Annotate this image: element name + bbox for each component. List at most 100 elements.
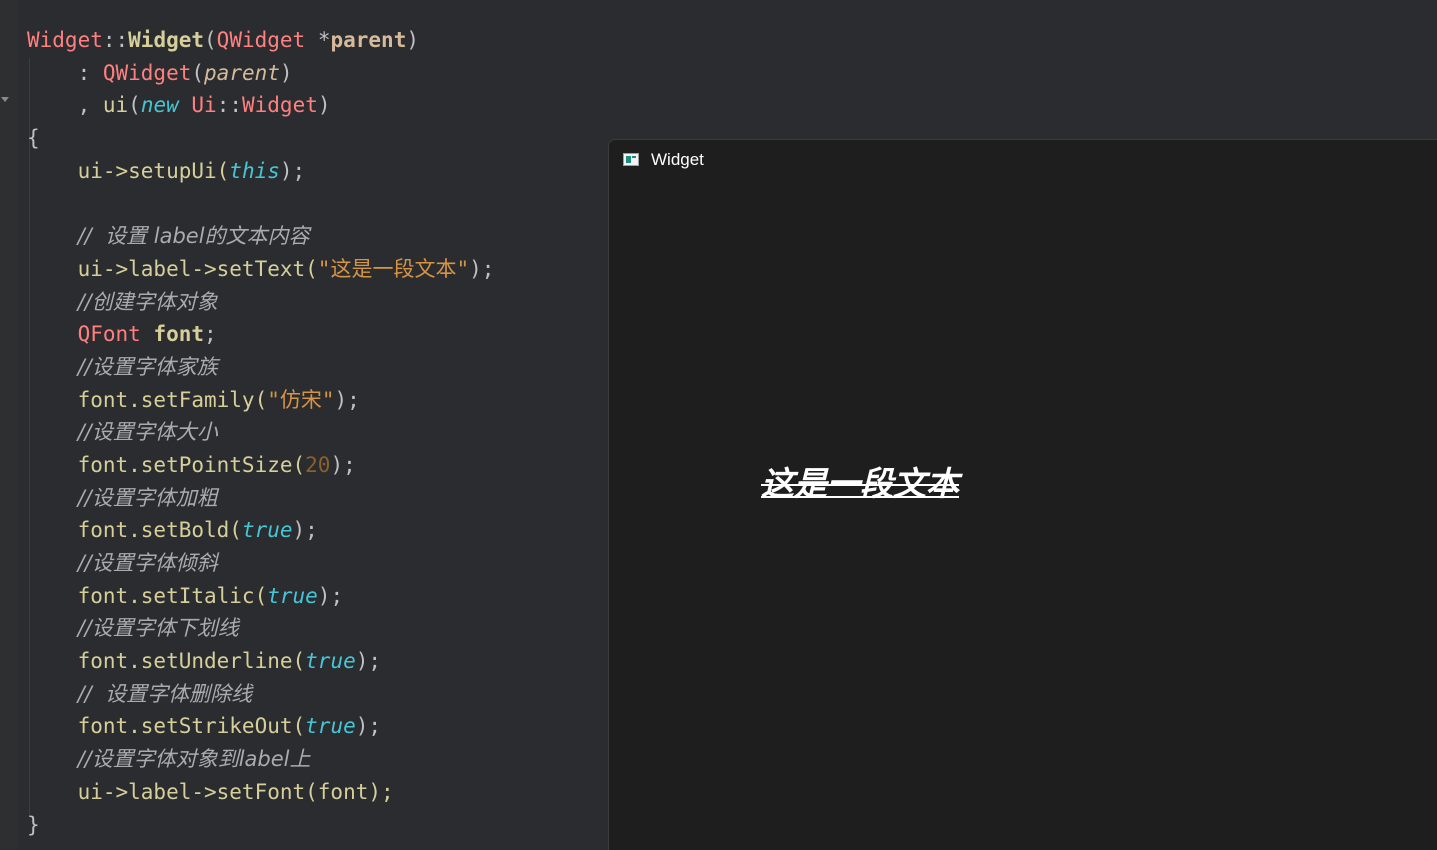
code-line[interactable]: font.setBold(true); bbox=[27, 514, 627, 547]
code-token: "仿宋" bbox=[267, 387, 335, 412]
code-token: * bbox=[305, 28, 331, 52]
code-line[interactable]: font.setItalic(true); bbox=[27, 580, 627, 613]
code-token: ) bbox=[279, 60, 293, 85]
code-line[interactable]: font.setPointSize(20); bbox=[27, 449, 627, 482]
code-token: "这是一段文本" bbox=[317, 256, 470, 281]
code-line[interactable]: ui->label->setText("这是一段文本"); bbox=[27, 253, 627, 286]
code-line[interactable]: font.setFamily("仿宋"); bbox=[27, 384, 627, 417]
code-line[interactable]: //设置字体下划线 bbox=[27, 612, 627, 645]
code-token: ( bbox=[204, 28, 217, 52]
code-line[interactable]: Widget::Widget(QWidget *parent) bbox=[27, 24, 627, 57]
code-token: ); bbox=[317, 583, 344, 608]
code-token: } bbox=[27, 812, 40, 837]
code-comment: //设置字体家族 bbox=[77, 354, 218, 379]
code-token: :: bbox=[216, 93, 242, 118]
code-line[interactable]: // 设置 label的文本内容 bbox=[27, 220, 627, 253]
code-token: ); bbox=[334, 387, 360, 412]
code-token: font.setFamily( bbox=[27, 387, 268, 412]
code-line[interactable]: //设置字体家族 bbox=[27, 351, 627, 384]
code-token: ); bbox=[279, 158, 306, 183]
code-token: Widget bbox=[27, 28, 103, 52]
code-token: : bbox=[27, 60, 103, 85]
code-line[interactable]: //设置字体倾斜 bbox=[27, 547, 627, 580]
code-token: ); bbox=[330, 452, 356, 477]
code-comment: //设置字体对象到label上 bbox=[77, 747, 311, 772]
code-token: true bbox=[305, 714, 356, 739]
code-token: ; bbox=[204, 322, 217, 347]
code-editor[interactable]: Widget::Widget(QWidget *parent) : QWidge… bbox=[27, 24, 627, 841]
code-token: ); bbox=[469, 256, 495, 281]
code-line[interactable]: , ui(new Ui::Widget) bbox=[27, 89, 627, 122]
code-line[interactable]: QFont font; bbox=[27, 318, 627, 351]
code-token: , bbox=[27, 93, 103, 118]
code-comment: // 设置字体删除线 bbox=[77, 681, 253, 706]
styled-text-label: 这是一段文本 bbox=[761, 464, 959, 503]
code-line[interactable]: // 设置字体删除线 bbox=[27, 678, 627, 711]
code-comment: //设置字体下划线 bbox=[77, 616, 239, 641]
code-line[interactable]: : QWidget(parent) bbox=[27, 57, 627, 90]
code-comment: //设置字体大小 bbox=[77, 420, 218, 445]
code-token: QWidget bbox=[102, 60, 192, 85]
code-token: ui->setupUi( bbox=[27, 158, 230, 183]
code-token: ( bbox=[191, 60, 205, 85]
code-token: ) bbox=[406, 28, 419, 52]
code-line[interactable]: //设置字体对象到label上 bbox=[27, 743, 627, 776]
code-line[interactable]: ui->label->setFont(font); bbox=[27, 776, 627, 809]
code-token: font.setUnderline( bbox=[27, 649, 306, 674]
fold-toggle-icon[interactable] bbox=[1, 97, 9, 102]
code-token: Ui bbox=[191, 93, 217, 118]
code-token: ui->label->setFont(font); bbox=[27, 779, 394, 804]
code-line[interactable]: //创建字体对象 bbox=[27, 286, 627, 319]
code-comment: //创建字体对象 bbox=[77, 289, 218, 314]
editor-gutter bbox=[0, 0, 18, 849]
qt-window-icon bbox=[623, 153, 639, 166]
code-comment: //设置字体加粗 bbox=[77, 485, 218, 510]
code-token: ) bbox=[317, 93, 331, 118]
code-token: font.setPointSize( bbox=[27, 452, 306, 477]
code-token: font.setBold( bbox=[27, 518, 242, 543]
widget-window[interactable]: Widget 这是一段文本 bbox=[608, 139, 1437, 850]
code-token: 20 bbox=[305, 452, 331, 477]
code-token: Widget bbox=[128, 28, 205, 52]
code-token: true bbox=[305, 649, 356, 674]
code-line[interactable]: font.setStrikeOut(true); bbox=[27, 710, 627, 743]
code-token: font.setItalic( bbox=[27, 583, 268, 608]
code-token: font.setStrikeOut( bbox=[27, 714, 306, 739]
code-line[interactable]: ui->setupUi(this); bbox=[27, 155, 627, 188]
code-line[interactable]: font.setUnderline(true); bbox=[27, 645, 627, 678]
code-token: :: bbox=[102, 28, 129, 52]
code-token: true bbox=[267, 583, 318, 608]
code-token: font bbox=[153, 322, 205, 347]
code-comment: // 设置 label的文本内容 bbox=[77, 224, 310, 249]
code-token: ui bbox=[102, 93, 129, 118]
code-comment: //设置字体倾斜 bbox=[77, 551, 218, 575]
code-token: QFont bbox=[77, 322, 141, 347]
code-line[interactable] bbox=[27, 187, 627, 220]
code-line[interactable]: } bbox=[27, 809, 627, 842]
code-token: ui->label->setText( bbox=[27, 256, 318, 281]
code-line[interactable]: { bbox=[27, 122, 627, 155]
code-token: { bbox=[27, 126, 40, 151]
code-line[interactable]: //设置字体大小 bbox=[27, 416, 627, 449]
code-token: new bbox=[140, 93, 179, 118]
code-token: this bbox=[229, 158, 280, 183]
code-token: ); bbox=[355, 649, 382, 674]
code-token: ( bbox=[128, 93, 141, 118]
code-token: true bbox=[241, 518, 293, 543]
code-token: Widget bbox=[242, 93, 318, 118]
code-token: parent bbox=[330, 28, 407, 52]
code-line[interactable]: //设置字体加粗 bbox=[27, 482, 627, 515]
code-token: QWidget bbox=[216, 28, 306, 52]
